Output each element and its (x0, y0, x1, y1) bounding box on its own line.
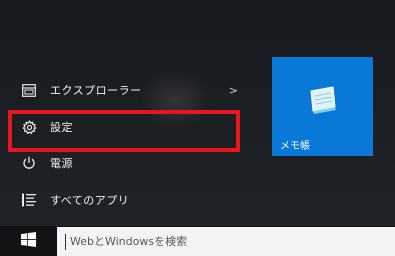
settings-highlight-box (8, 110, 240, 152)
search-input[interactable] (68, 234, 372, 249)
menu-item-explorer[interactable]: エクスプローラー > (8, 75, 244, 105)
notepad-icon (305, 85, 339, 119)
windows-logo-icon (20, 231, 36, 251)
menu-item-power[interactable]: 電源 (8, 148, 244, 178)
power-icon (18, 152, 40, 174)
taskbar (0, 226, 395, 256)
start-button[interactable] (0, 226, 56, 256)
menu-item-label: 電源 (50, 157, 73, 170)
menu-item-all-apps[interactable]: すべてのアプリ (8, 185, 244, 215)
all-apps-list-icon (18, 189, 40, 211)
menu-item-label: エクスプローラー (50, 84, 142, 97)
start-menu: エクスプローラー > 設定 電源 すべてのアプリ メモ帳 (0, 0, 395, 226)
tile-notepad[interactable]: メモ帳 (272, 57, 373, 156)
menu-item-label: すべてのアプリ (50, 194, 130, 207)
tile-label: メモ帳 (280, 141, 310, 152)
folder-explorer-icon (18, 79, 40, 101)
text-caret (65, 233, 66, 250)
chevron-right-icon[interactable]: > (229, 84, 238, 97)
search-box[interactable] (57, 227, 395, 256)
